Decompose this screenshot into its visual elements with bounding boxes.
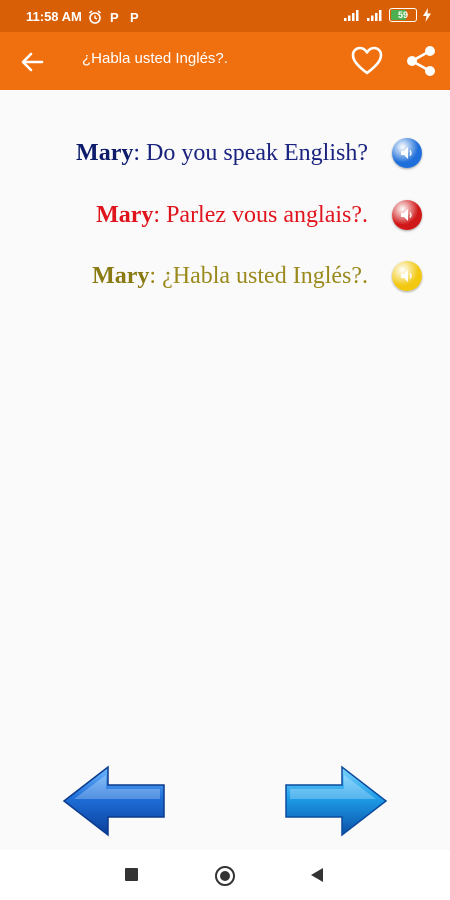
- alarm-icon: [88, 9, 102, 24]
- status-right: 59: [343, 8, 432, 22]
- signal-icon: [366, 8, 384, 22]
- system-back-button[interactable]: [311, 868, 323, 882]
- heart-outline-icon: [351, 46, 383, 75]
- speaker-name: Mary: [92, 263, 150, 289]
- phrase-row-french: Mary: Parlez vous anglais?.: [0, 196, 450, 236]
- share-icon: [407, 46, 435, 76]
- favorite-button[interactable]: [350, 44, 384, 78]
- play-english-audio-button[interactable]: [392, 138, 422, 168]
- svg-text:P: P: [110, 10, 119, 24]
- back-button[interactable]: [16, 46, 48, 78]
- play-french-audio-button[interactable]: [392, 200, 422, 230]
- recents-button[interactable]: [125, 868, 138, 881]
- share-button[interactable]: [404, 44, 438, 78]
- next-phrase-button[interactable]: [284, 765, 388, 837]
- previous-phrase-button[interactable]: [62, 765, 166, 837]
- page-title: ¿Habla usted Inglés?.: [82, 50, 228, 67]
- phrase-row-spanish: Mary: ¿Habla usted Inglés?.: [0, 257, 450, 297]
- app-bar: ¿Habla usted Inglés?.: [0, 32, 450, 90]
- battery-icon: 59: [389, 8, 417, 22]
- phrase-text: Mary: Do you speak English?: [76, 140, 368, 167]
- play-spanish-audio-button[interactable]: [392, 261, 422, 291]
- status-left: 11:58 AM P P: [26, 9, 142, 24]
- speaker-name: Mary: [96, 202, 154, 228]
- arrow-left-large-icon: [62, 765, 165, 837]
- arrow-left-icon: [21, 52, 44, 72]
- phrase-sentence: Parlez vous anglais?.: [160, 202, 368, 228]
- speaker-icon: [401, 147, 412, 159]
- status-bar: 11:58 AM P P 59: [0, 0, 450, 32]
- signal-icon: [343, 8, 361, 22]
- phrase-sentence: Do you speak English?: [140, 140, 368, 166]
- parking-notification-icon: P: [128, 10, 142, 24]
- speaker-name: Mary: [76, 140, 134, 166]
- system-navigation-bar: [0, 850, 450, 900]
- charging-icon: [422, 8, 432, 22]
- phrase-text: Mary: Parlez vous anglais?.: [96, 202, 368, 229]
- svg-text:P: P: [130, 10, 139, 24]
- speaker-icon: [401, 270, 412, 282]
- battery-level-text: 59: [397, 10, 408, 20]
- home-button[interactable]: [215, 866, 235, 886]
- status-time: 11:58 AM: [26, 9, 82, 24]
- parking-notification-icon: P: [108, 10, 122, 24]
- phrase-sentence: ¿Habla usted Inglés?.: [156, 263, 368, 289]
- arrow-right-large-icon: [285, 765, 388, 837]
- speaker-icon: [401, 209, 412, 221]
- phrase-row-english: Mary: Do you speak English?: [0, 134, 450, 174]
- phrase-text: Mary: ¿Habla usted Inglés?.: [92, 263, 368, 290]
